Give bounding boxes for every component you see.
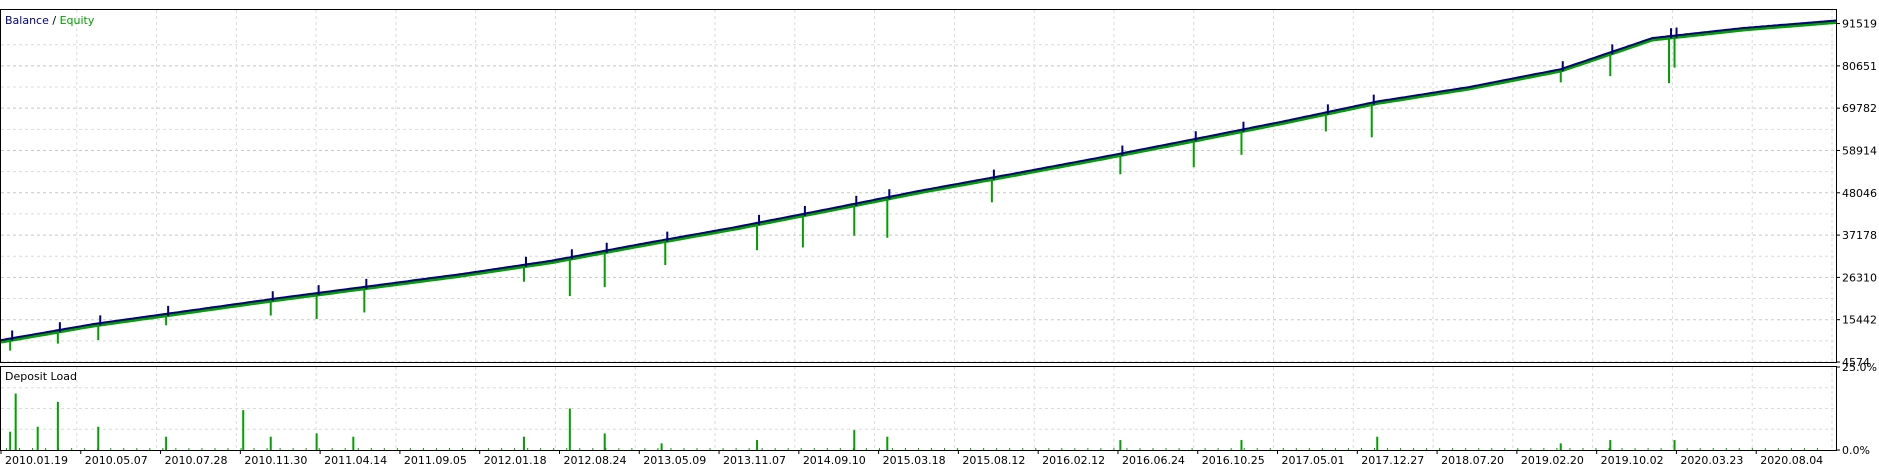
- y-tick-label: 15442: [1842, 314, 1877, 327]
- y-tick-label: 26310: [1842, 271, 1877, 284]
- deposit-load-title: Deposit Load: [5, 370, 77, 383]
- x-tick-label: 2018.07.20: [1441, 454, 1504, 467]
- x-tick-label: 2011.09.05: [404, 454, 467, 467]
- y-tick-label: 69782: [1842, 102, 1877, 115]
- x-tick-label: 2013.05.09: [643, 454, 706, 467]
- x-tick-label: 2012.01.18: [484, 454, 547, 467]
- x-tick-label: 2010.01.19: [5, 454, 68, 467]
- legend-separator: /: [49, 14, 60, 27]
- x-tick-label: 2015.03.18: [883, 454, 946, 467]
- x-tick-label: 2020.03.23: [1680, 454, 1743, 467]
- top-y-axis: 91519 80651 69782 58914 48046 37178 26310 15442…: [1836, 18, 1877, 369]
- x-tick-label: 2017.05.01: [1282, 454, 1345, 467]
- chart-background: [0, 0, 1879, 468]
- legend: Balance / Equity: [5, 14, 95, 27]
- legend-balance: Balance: [5, 14, 49, 27]
- strategy-tester-chart: 91519 80651 69782 58914 48046 37178 26310 15442…: [0, 0, 1879, 468]
- x-tick-label: 2017.12.27: [1361, 454, 1424, 467]
- x-tick-label: 2016.10.25: [1202, 454, 1265, 467]
- y-tick-label: 80651: [1842, 60, 1877, 73]
- x-tick-label: 2015.08.12: [962, 454, 1025, 467]
- x-tick-label: 2019.10.02: [1601, 454, 1664, 467]
- y-tick-label: 48046: [1842, 187, 1877, 200]
- y-tick-label: 37178: [1842, 229, 1877, 242]
- y-tick-label: 91519: [1842, 18, 1877, 31]
- x-tick-label: 2010.07.28: [165, 454, 228, 467]
- x-tick-label: 2019.02.20: [1521, 454, 1584, 467]
- y-tick-label: 0.0%: [1842, 444, 1870, 457]
- x-tick-label: 2010.05.07: [85, 454, 148, 467]
- legend-equity: Equity: [60, 14, 95, 27]
- x-tick-label: 2016.06.24: [1122, 454, 1185, 467]
- x-tick-label: 2012.08.24: [563, 454, 626, 467]
- x-tick-label: 2011.04.14: [324, 454, 387, 467]
- x-tick-label: 2020.08.04: [1760, 454, 1823, 467]
- x-tick-label: 2013.11.07: [723, 454, 786, 467]
- y-tick-label: 25.0%: [1842, 361, 1877, 374]
- x-tick-label: 2016.02.12: [1042, 454, 1105, 467]
- y-tick-label: 58914: [1842, 144, 1877, 157]
- x-tick-label: 2010.11.30: [244, 454, 307, 467]
- x-tick-label: 2014.09.10: [803, 454, 866, 467]
